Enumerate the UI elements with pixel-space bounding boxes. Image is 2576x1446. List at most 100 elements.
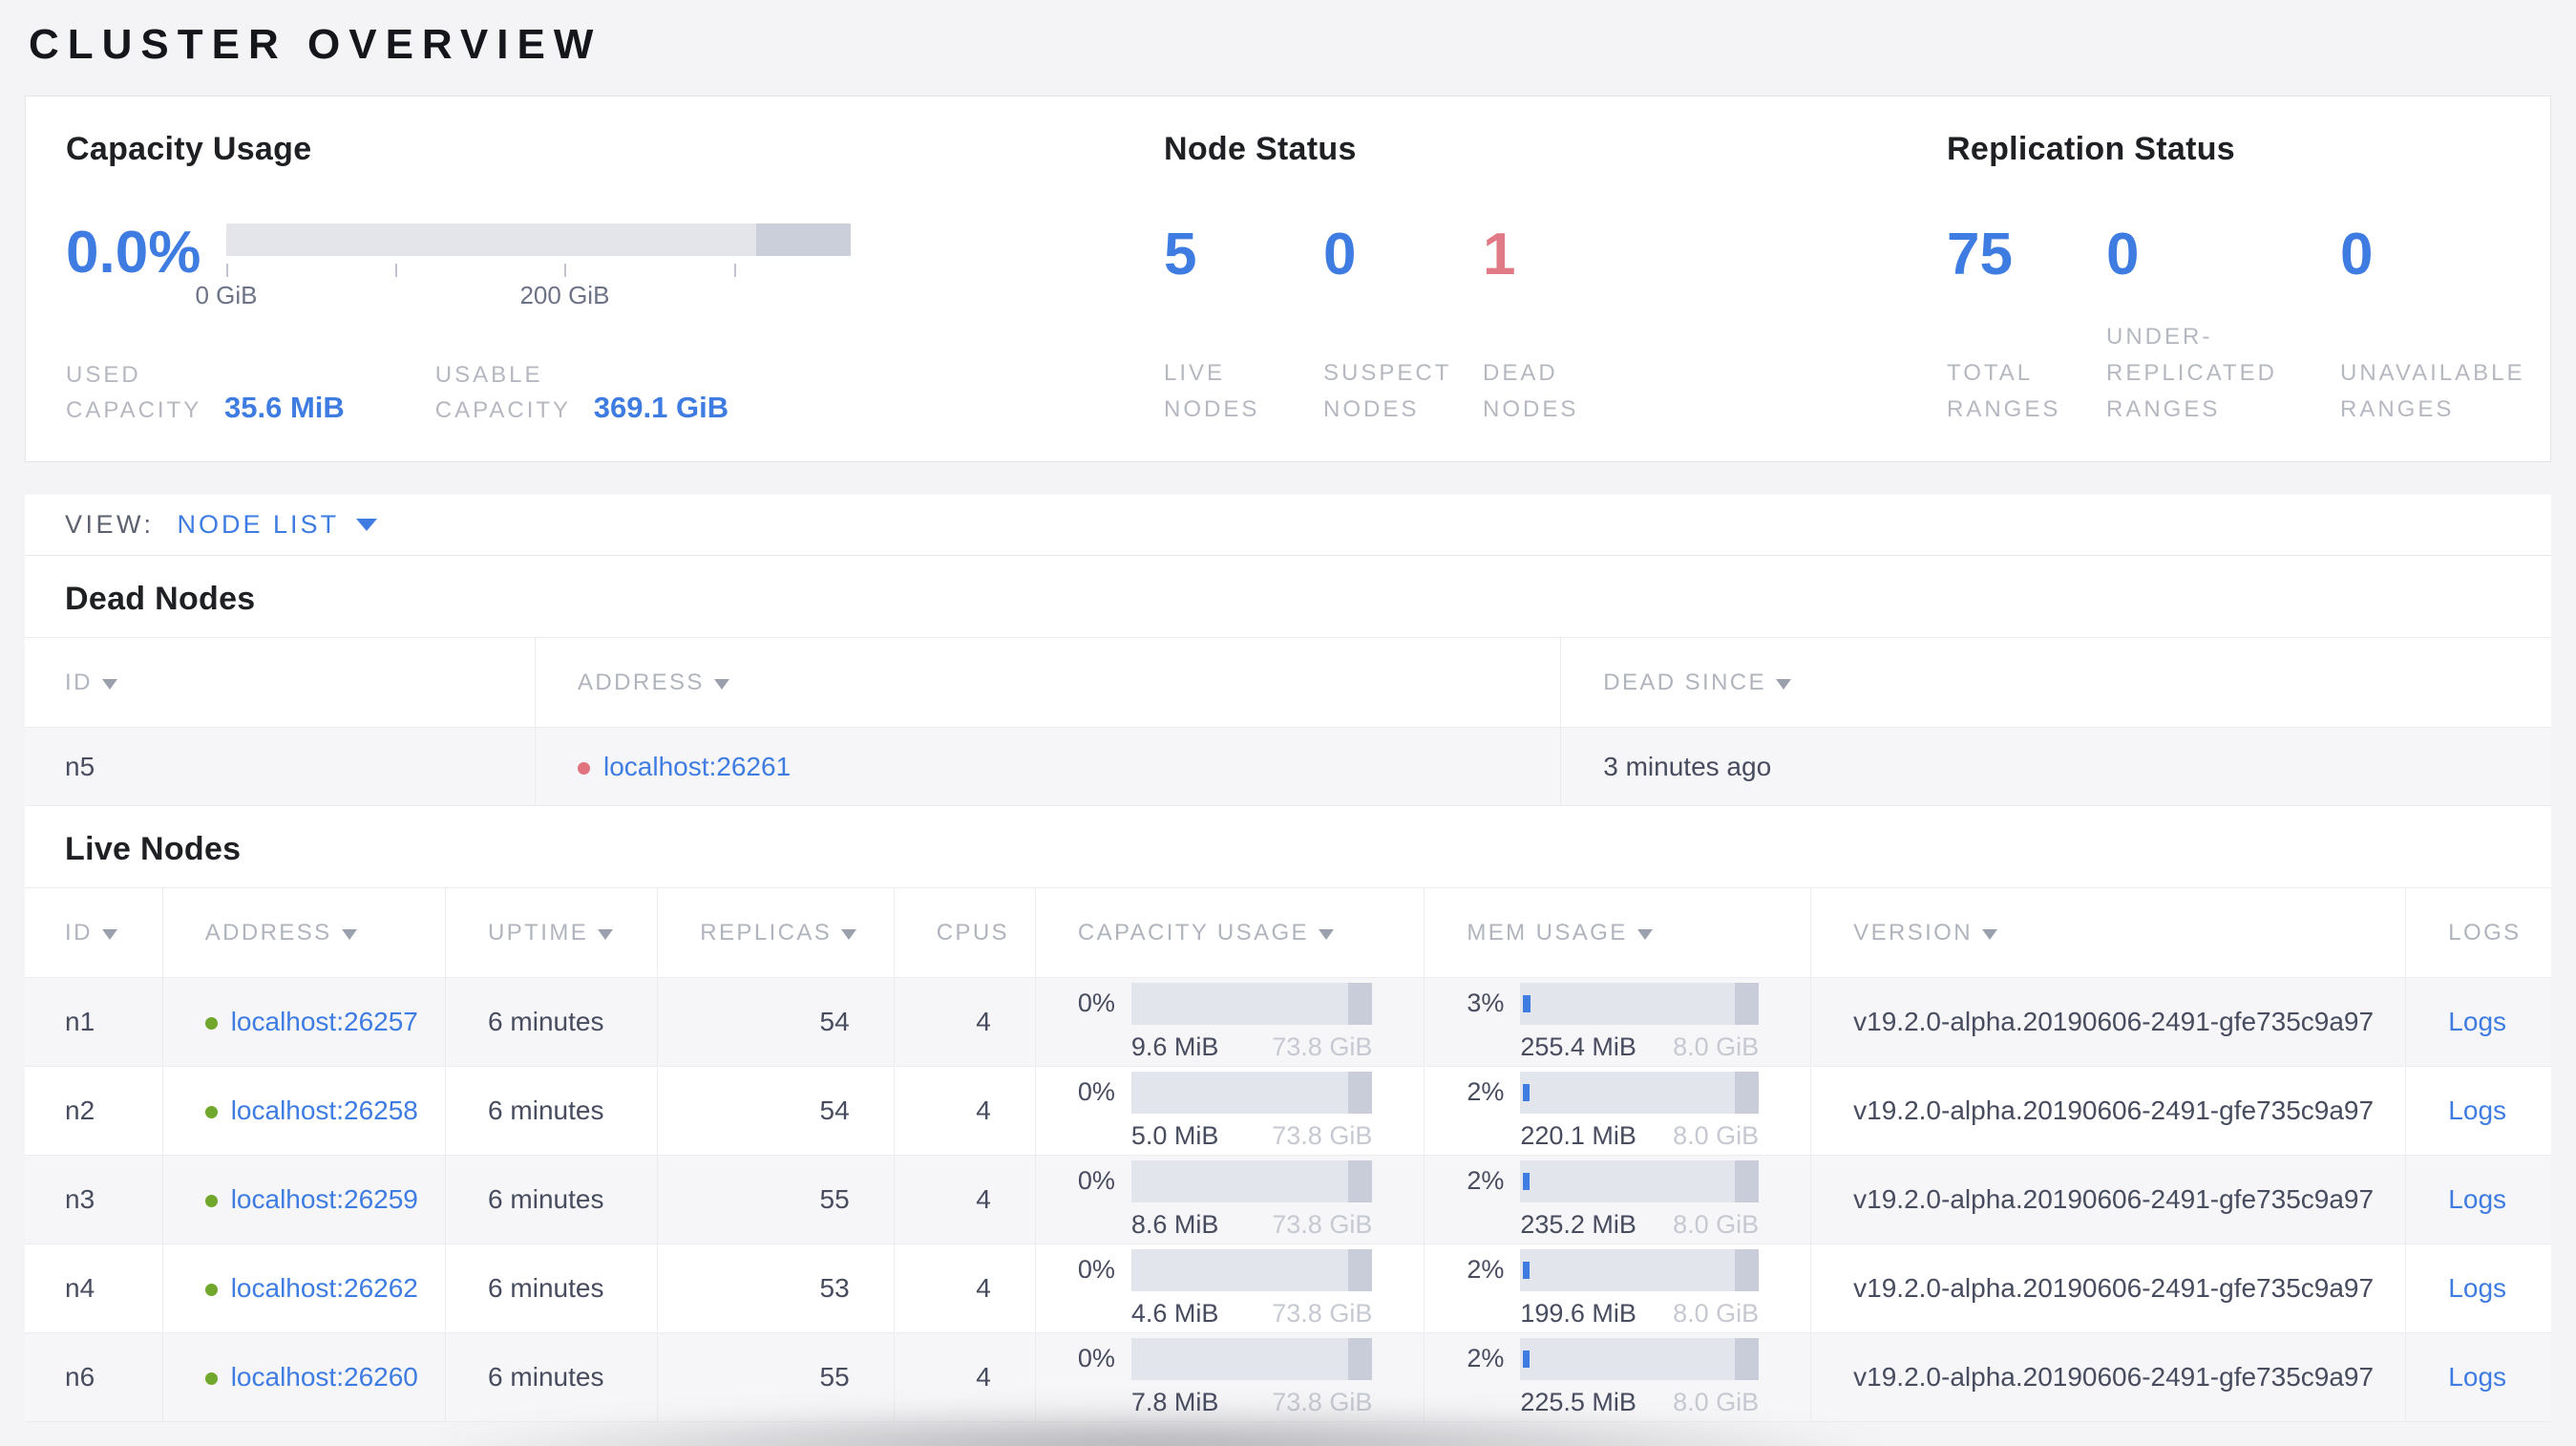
replication-status-title: Replication Status [1947,131,2236,167]
live-nodes-label: LIVE NODES [1164,355,1323,428]
usage-bar-fill [1523,1172,1530,1190]
node-logs-link[interactable]: Logs [2448,1273,2506,1303]
node-address-link[interactable]: localhost:26261 [603,752,791,781]
usage-bar-fill [1523,1261,1530,1279]
sort-desc-icon [1981,928,1997,940]
usage-bar-track [1130,1159,1373,1202]
live-nodes-stat: 5 LIVE NODES [1164,225,1323,428]
usage-bar-track [1130,982,1373,1025]
cell-uptime: 6 minutes [445,1244,658,1333]
label-line: NODES [1323,396,1420,422]
capacity-total-value: 73.8 GiB [1272,1031,1373,1061]
usage-bar-track [1130,1337,1373,1380]
capacity-total-value: 73.8 GiB [1272,1120,1373,1150]
cell-logs: Logs [2405,977,2551,1067]
mem-used-value: 199.6 MiB [1520,1298,1636,1328]
node-logs-link[interactable]: Logs [2448,1184,2506,1214]
label-line: USABLE [434,362,543,388]
column-header-dead_since[interactable]: DEAD SINCE [1560,637,2551,728]
capacity-usage-title: Capacity Usage [66,131,312,167]
usable-capacity-stat: USABLE CAPACITY 369.1 GiB [435,357,728,428]
label-line: NODES [1164,396,1260,422]
live-status-dot [204,1017,218,1031]
mem-percent: 2% [1467,1255,1505,1284]
bar-line: 2% [1467,1337,1760,1380]
capacity-usage-bar: 0% 8.6 MiB 73.8 GiB [1077,1156,1373,1244]
cell-cpus: 4 [893,1244,1036,1333]
column-header-address[interactable]: ADDRESS [534,637,1561,728]
view-selector-dropdown[interactable]: NODE LIST [178,510,378,540]
cell-id: n6 [25,1332,163,1422]
column-header-id[interactable]: ID [25,637,536,728]
usage-bar-track [1520,1337,1760,1380]
sort-desc-icon [101,678,117,690]
sort-desc-icon [598,928,614,940]
table-row: n6 localhost:26260 6 minutes 55 4 0% 7.8 MiB 73… [25,1332,2551,1422]
sort-desc-icon [1775,678,1791,690]
usage-bar-reserved-segment [1348,1071,1373,1114]
usage-bar-fill [1523,1350,1530,1368]
bar-values: 8.6 MiB 73.8 GiB [1131,1210,1372,1240]
column-header-id[interactable]: ID [25,887,163,978]
capacity-percent: 0% [1077,1166,1115,1195]
column-header-cpus: CPUS [893,887,1036,978]
node-logs-link[interactable]: Logs [2448,1007,2506,1036]
dead-nodes-title: Dead Nodes [65,581,256,617]
usable-capacity-value: 369.1 GiB [593,391,729,424]
node-logs-link[interactable]: Logs [2448,1362,2506,1392]
axis-tick [733,264,736,277]
usage-bar-track [1130,1071,1373,1114]
axis-tick [395,264,398,277]
capacity-usage-section: Capacity Usage 0.0% 0 GiB 200 GiB USED CAP… [66,131,1164,461]
bar-line: 3% [1467,982,1760,1025]
column-header-replicas[interactable]: REPLICAS [657,887,895,978]
cell-version: v19.2.0-alpha.20190606-2491-gfe735c9a97 [1810,977,2406,1067]
node-address-link[interactable]: localhost:26258 [231,1095,418,1125]
capacity-used-value: 7.8 MiB [1130,1387,1219,1416]
usage-bar-fill [1523,1083,1530,1101]
cell-address: localhost:26257 [161,977,446,1067]
capacity-total-value: 73.8 GiB [1272,1298,1373,1328]
node-address-link[interactable]: localhost:26259 [231,1184,418,1214]
cell-replicas: 54 [657,977,895,1067]
node-address-link[interactable]: localhost:26262 [231,1273,418,1303]
label-line: DEAD [1483,360,1558,386]
dead-nodes-label: DEAD NODES [1483,355,1642,428]
cell-address: localhost:26260 [161,1332,446,1422]
label-line: CAPACITY [434,397,572,423]
cell-mem: 2% 220.1 MiB 8.0 GiB [1424,1066,1811,1156]
column-header-version[interactable]: VERSION [1810,887,2406,978]
total-ranges-count: 75 [1947,222,2013,287]
mem-percent: 2% [1467,1344,1505,1372]
bar-line: 0% [1077,1337,1373,1380]
cell-version: v19.2.0-alpha.20190606-2491-gfe735c9a97 [1810,1332,2406,1422]
node-address-link[interactable]: localhost:26260 [231,1362,418,1392]
cell-version: v19.2.0-alpha.20190606-2491-gfe735c9a97 [1810,1155,2406,1244]
column-header-address[interactable]: ADDRESS [161,887,446,978]
column-header-label: CAPACITY USAGE [1077,919,1309,946]
capacity-usage-bar: 0% 4.6 MiB 73.8 GiB [1078,1244,1373,1332]
column-header-uptime[interactable]: UPTIME [445,887,658,978]
mem-used-value: 255.4 MiB [1520,1031,1636,1061]
mem-usage-bar: 2% 220.1 MiB 8.0 GiB [1467,1067,1760,1155]
mem-total-value: 8.0 GiB [1673,1209,1760,1239]
mem-total-value: 8.0 GiB [1673,1298,1760,1328]
node-logs-link[interactable]: Logs [2448,1095,2506,1125]
column-header-label: VERSION [1853,919,1973,946]
view-selected-value: NODE LIST [177,510,340,539]
node-address-link[interactable]: localhost:26257 [231,1007,418,1036]
table-header-row: ID ADDRESS UPTIME REPLICAS CPUS CAPACITY USAG… [25,887,2551,978]
cell-uptime: 6 minutes [445,1066,658,1156]
capacity-usage-bar: 0% 5.0 MiB 73.8 GiB [1078,1067,1373,1155]
capacity-percent: 0% [1077,1344,1115,1372]
capacity-used-value: 5.0 MiB [1130,1120,1219,1150]
label-line: LIVE [1164,360,1226,386]
cell-cpus: 4 [893,977,1036,1067]
dead-nodes-table: ID ADDRESS DEAD SINCE n5 localhost:26261 3 mi… [25,637,2551,806]
cell-capacity: 0% 7.8 MiB 73.8 GiB [1034,1332,1425,1422]
column-header-capacity[interactable]: CAPACITY USAGE [1034,887,1425,978]
capacity-axis-labels: 0 GiB 200 GiB [195,281,851,309]
column-header-mem[interactable]: MEM USAGE [1424,887,1811,978]
label-line: RANGES [2106,396,2221,422]
cell-uptime: 6 minutes [445,1155,658,1244]
